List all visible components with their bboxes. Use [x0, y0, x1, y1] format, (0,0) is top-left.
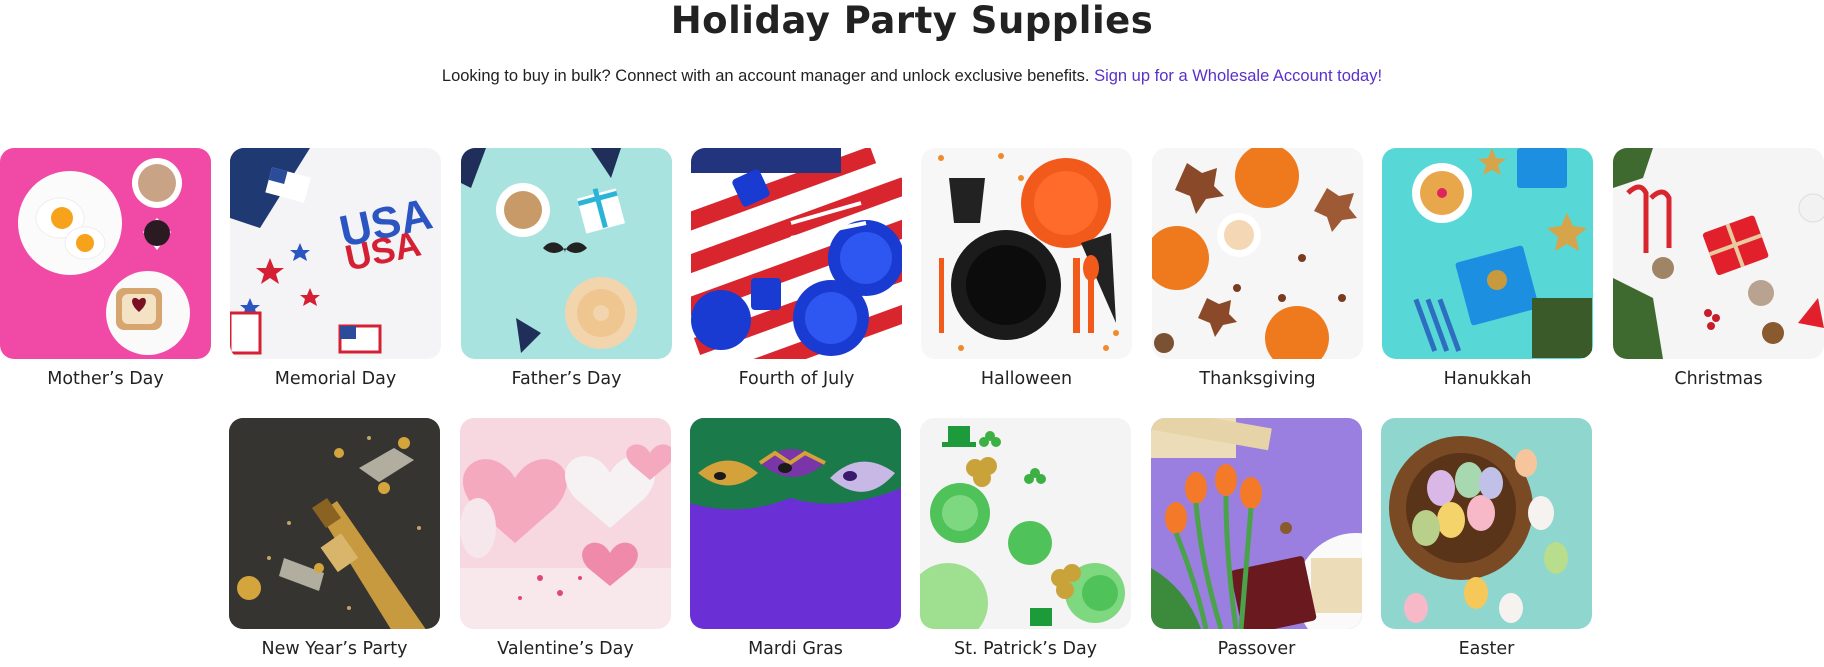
page-title: Holiday Party Supplies [670, 0, 1154, 42]
category-label[interactable]: New Year’s Party [229, 638, 440, 660]
category-label[interactable]: Memorial Day [230, 368, 441, 390]
fourth-of-july-image[interactable] [691, 148, 902, 359]
category-card-st-patricks-day[interactable]: St. Patrick’s Day [920, 418, 1131, 660]
category-label[interactable]: Thanksgiving [1152, 368, 1363, 390]
category-label[interactable]: Passover [1151, 638, 1362, 660]
category-label[interactable]: St. Patrick’s Day [920, 638, 1131, 660]
category-card-thanksgiving[interactable]: Thanksgiving [1152, 148, 1363, 390]
category-card-halloween[interactable]: Halloween [921, 148, 1132, 390]
promo-text: Looking to buy in bulk? Connect with an … [441, 67, 1095, 85]
category-card-mothers-day[interactable]: Mother’s Day [0, 148, 211, 390]
fathers-day-image[interactable] [461, 148, 672, 359]
passover-image[interactable] [1151, 418, 1362, 629]
thanksgiving-image[interactable] [1152, 148, 1363, 359]
category-card-new-years-party[interactable]: New Year’s Party [229, 418, 440, 660]
halloween-image[interactable] [921, 148, 1132, 359]
category-label[interactable]: Halloween [921, 368, 1132, 390]
mardi-gras-image[interactable] [690, 418, 901, 629]
valentines-day-image[interactable] [460, 418, 671, 629]
wholesale-promo-text: Looking to buy in bulk? Connect with an … [0, 67, 1824, 86]
category-card-fathers-day[interactable]: Father’s Day [461, 148, 672, 390]
category-card-fourth-of-july[interactable]: Fourth of July [691, 148, 902, 390]
category-label[interactable]: Father’s Day [461, 368, 672, 390]
christmas-image[interactable] [1613, 148, 1824, 359]
category-label[interactable]: Valentine’s Day [460, 638, 671, 660]
wholesale-signup-link[interactable]: Sign up for a Wholesale Account today! [1094, 67, 1382, 85]
category-card-christmas[interactable]: Christmas [1613, 148, 1824, 390]
category-label[interactable]: Easter [1381, 638, 1592, 660]
category-card-passover[interactable]: Passover [1151, 418, 1362, 660]
easter-image[interactable] [1381, 418, 1592, 629]
st-patricks-day-image[interactable] [920, 418, 1131, 629]
category-label[interactable]: Fourth of July [691, 368, 902, 390]
mothers-day-image[interactable] [0, 148, 211, 359]
category-card-hanukkah[interactable]: Hanukkah [1382, 148, 1593, 390]
category-label[interactable]: Mother’s Day [0, 368, 211, 390]
new-years-party-image[interactable] [229, 418, 440, 629]
category-label[interactable]: Christmas [1613, 368, 1824, 390]
category-card-memorial-day[interactable]: USA USA Memorial Day [230, 148, 441, 390]
memorial-day-image[interactable]: USA USA [230, 148, 441, 359]
category-label[interactable]: Mardi Gras [690, 638, 901, 660]
category-card-mardi-gras[interactable]: Mardi Gras [690, 418, 901, 660]
category-card-easter[interactable]: Easter [1381, 418, 1592, 660]
category-label[interactable]: Hanukkah [1382, 368, 1593, 390]
hanukkah-image[interactable] [1382, 148, 1593, 359]
category-card-valentines-day[interactable]: Valentine’s Day [460, 418, 671, 660]
